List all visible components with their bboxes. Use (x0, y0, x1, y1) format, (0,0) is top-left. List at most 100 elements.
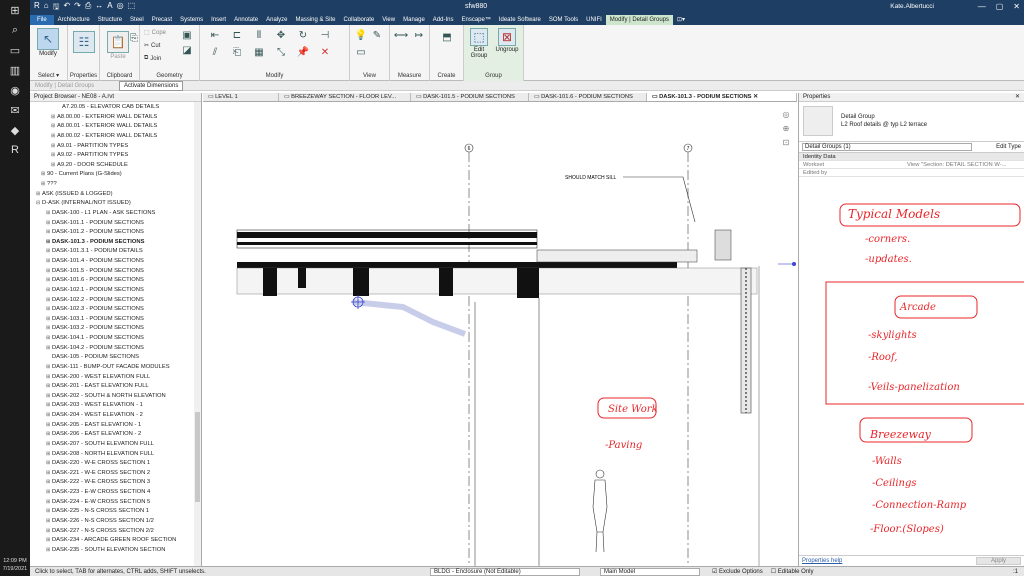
browser-tree-item[interactable]: ⊞ A9.01 - PARTITION TYPES (30, 142, 201, 152)
linework-icon[interactable]: ▭ (354, 45, 368, 59)
browser-tree-item[interactable]: ⊞ DASK-101.3.1 - PODIUM DETAILS (30, 247, 201, 257)
override-icon[interactable]: ✎ (370, 28, 384, 42)
exclude-options-checkbox[interactable]: ☑ Exclude Options (712, 568, 763, 575)
modify-button[interactable]: ↖ Modify (34, 28, 62, 57)
zoom-icon[interactable]: ⊕ (783, 124, 790, 133)
taskbar-clock[interactable]: 12:09 PM 7/19/2021 (0, 557, 30, 573)
taskbar-icon[interactable]: ⌕ (0, 20, 30, 40)
browser-tree-item[interactable]: ⊞ DASK-100 - L1 PLAN - ASK SECTIONS (30, 209, 201, 219)
browser-tree-item[interactable]: ⊞ DASK-101.5 - PODIUM SECTIONS (30, 267, 201, 277)
quick-access-icon[interactable]: ⎙ (85, 1, 91, 15)
quick-access-icon[interactable]: ↶ (63, 1, 70, 15)
design-option-dropdown[interactable]: Main Model (600, 567, 700, 576)
browser-tree-item[interactable]: ⊞ DASK-101.4 - PODIUM SECTIONS (30, 257, 201, 267)
drawing-canvas[interactable]: 6 7 SHOULD MATCH SILL ◎ ⊕ ⊡ (203, 102, 797, 566)
pin-icon[interactable]: 📌 (296, 45, 310, 59)
browser-tree-item[interactable]: ⊞ DASK-103.2 - PODIUM SECTIONS (30, 324, 201, 334)
browser-tree-item[interactable]: ⊞ DASK-101.6 - PODIUM SECTIONS (30, 276, 201, 286)
ribbon-tab[interactable]: Analyze (262, 15, 291, 25)
dimension-icon[interactable]: ↦ (412, 28, 426, 42)
ribbon-tab[interactable]: Ideate Software (495, 15, 545, 25)
quick-access-icon[interactable]: ↔ (95, 1, 103, 15)
apply-button[interactable]: Apply (975, 557, 1021, 565)
property-row[interactable]: Workset View "Section: DETAIL SECTION W-.… (799, 161, 1024, 169)
browser-tree-item[interactable]: ⊞ DASK-104.1 - PODIUM SECTIONS (30, 334, 201, 344)
rotate-icon[interactable]: ↻ (296, 28, 310, 42)
browser-tree-item[interactable]: ⊞ DASK-207 - SOUTH ELEVATION FULL (30, 440, 201, 450)
browser-tree-item[interactable]: ⊞ ASK (ISSUED & LOGGED) (30, 190, 201, 200)
taskbar-icon[interactable]: ▥ (0, 60, 30, 80)
quick-access-icon[interactable]: ⌂ (44, 1, 49, 15)
property-value[interactable]: View "Section: DETAIL SECTION W-... (907, 161, 1024, 168)
view-tab[interactable]: ▭ BREEZEWAY SECTION - FLOOR LEV... (279, 93, 411, 101)
browser-tree-item[interactable]: ⊞ DASK-205 - EAST ELEVATION - 1 (30, 421, 201, 431)
ribbon-tab[interactable]: Annotate (230, 15, 262, 25)
browser-tree-item[interactable]: ⊞ DASK-221 - W-E CROSS SECTION 2 (30, 469, 201, 479)
array-icon[interactable]: ▦ (252, 45, 266, 59)
browser-tree-item[interactable]: ⊞ A9.20 - DOOR SCHEDULE (30, 161, 201, 171)
ribbon-tab[interactable]: Insert (207, 15, 230, 25)
property-row[interactable]: Edited by (799, 169, 1024, 177)
browser-tree-item[interactable]: ⊞ DASK-227 - N-S CROSS SECTION 2/2 (30, 527, 201, 537)
view-tab[interactable]: ▭ DASK-101.6 - PODIUM SECTIONS (529, 93, 647, 101)
properties-help-link[interactable]: Properties help (802, 558, 842, 564)
browser-tree-item[interactable]: ⊞ DASK-225 - N-S CROSS SECTION 1 (30, 507, 201, 517)
browser-scrollbar-thumb[interactable] (195, 412, 200, 502)
property-value[interactable] (907, 169, 1024, 176)
maximize-button[interactable]: ▢ (996, 2, 1004, 11)
browser-tree-item[interactable]: ⊞ DASK-201 - EAST ELEVATION FULL (30, 382, 201, 392)
browser-tree-item[interactable]: A7.20.05 - ELEVATOR CAB DETAILS (30, 103, 201, 113)
browser-tree-item[interactable]: ⊟ D-ASK (INTERNAL/NOT ISSUED) (30, 199, 201, 209)
taskbar-icon[interactable]: ⊞ (0, 0, 30, 20)
ribbon-tab[interactable]: Enscape™ (457, 15, 494, 25)
browser-tree-item[interactable]: ⊞ DASK-101.2 - PODIUM SECTIONS (30, 228, 201, 238)
browser-tree-item[interactable]: ⊞ DASK-226 - N-S CROSS SECTION 1/2 (30, 517, 201, 527)
create-group-icon[interactable]: ⬒ (440, 30, 454, 44)
identity-data-group[interactable]: Identity Data (799, 153, 1024, 161)
delete-icon[interactable]: ✕ (318, 45, 332, 59)
browser-tree-item[interactable]: ⊞ DASK-202 - SOUTH & NORTH ELEVATION (30, 392, 201, 402)
ribbon-tab[interactable]: File (30, 15, 54, 25)
browser-tree-item[interactable]: ⊞ DASK-102.1 - PODIUM SECTIONS (30, 286, 201, 296)
offset-icon[interactable]: ⊏ (230, 28, 244, 42)
browser-tree-item[interactable]: ⊞ DASK-224 - E-W CROSS SECTION 5 (30, 498, 201, 508)
browser-tree-item[interactable]: ⊞ DASK-222 - W-E CROSS SECTION 3 (30, 478, 201, 488)
browser-tree-item[interactable]: ⊞ A9.02 - PARTITION TYPES (30, 151, 201, 161)
quick-access-icon[interactable]: ↷ (74, 1, 81, 15)
taskbar-icon[interactable]: ◉ (0, 80, 30, 100)
copy-icon[interactable]: ⎘ (127, 31, 141, 45)
browser-tree-item[interactable]: ⊞ DASK-234 - ARCADE GREEN ROOF SECTION (30, 536, 201, 546)
steering-wheel-icon[interactable]: ◎ (783, 110, 790, 119)
edit-type-button[interactable]: Edit Type (996, 144, 1021, 150)
ribbon-tab[interactable]: SOM Tools (545, 15, 582, 25)
browser-tree-item[interactable]: ⊞ DASK-102.2 - PODIUM SECTIONS (30, 296, 201, 306)
browser-tree-item[interactable]: ⊞ DASK-204 - WEST ELEVATION - 2 (30, 411, 201, 421)
align-icon[interactable]: ⇤ (208, 28, 222, 42)
type-selector[interactable]: Detail Group L2 Roof details @ typ L2 te… (799, 102, 1024, 142)
browser-tree-item[interactable]: ⊞ DASK-200 - WEST ELEVATION FULL (30, 373, 201, 383)
quick-access-icon[interactable]: R (34, 1, 40, 15)
split-icon[interactable]: ⫽ (208, 45, 222, 59)
browser-tree-item[interactable]: ⊞ DASK-111 - BUMP-OUT FACADE MODULES (30, 363, 201, 373)
join-button[interactable]: ⧉ Join (144, 55, 161, 62)
user-name[interactable]: Kate.Albertucci (890, 3, 934, 10)
minimize-button[interactable]: — (978, 2, 986, 11)
hide-icon[interactable]: 💡 (354, 28, 368, 42)
view-tab[interactable]: ▭ LEVEL 1 (203, 93, 279, 101)
scale-icon[interactable]: ⤡ (274, 45, 288, 59)
taskbar-icon[interactable]: ◆ (0, 120, 30, 140)
cope-button[interactable]: ⬚ Cope (144, 29, 166, 37)
browser-tree-item[interactable]: ⊞??? (30, 180, 201, 190)
ribbon-tab[interactable]: Manage (399, 15, 429, 25)
cut-button[interactable]: ✂ Cut (144, 42, 160, 50)
ungroup-button[interactable]: ⊠ Ungroup (492, 28, 522, 53)
browser-scrollbar[interactable] (194, 102, 201, 566)
close-icon[interactable]: ✕ (1015, 93, 1020, 101)
taskbar-icon[interactable]: R (0, 140, 30, 160)
copy-tool-icon[interactable]: ⎗ (230, 45, 244, 59)
quick-access-icon[interactable]: A (107, 1, 112, 15)
editable-only-checkbox[interactable]: ☐ Editable Only (771, 568, 814, 575)
activate-dimensions-button[interactable]: Activate Dimensions (119, 81, 184, 91)
browser-tree-item[interactable]: DASK-105 - PODIUM SECTIONS (30, 353, 201, 363)
browser-tree-item[interactable]: ⊞ DASK-101.3 - PODIUM SECTIONS (30, 238, 201, 248)
